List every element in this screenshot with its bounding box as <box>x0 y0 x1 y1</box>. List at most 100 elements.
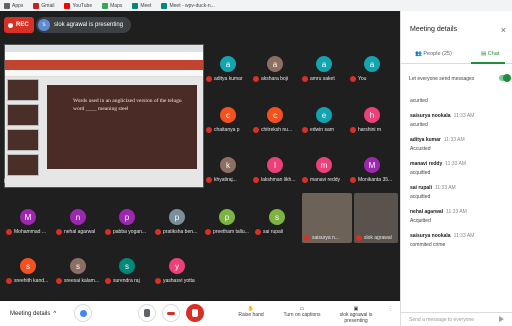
toolbar <box>5 70 203 77</box>
mic-off-icon <box>205 229 211 235</box>
mic-button[interactable] <box>138 304 156 322</box>
avatar: p <box>169 209 185 225</box>
participant-tile[interactable]: p pabba yogan... <box>105 209 149 235</box>
youtube-icon <box>64 2 71 9</box>
participant-tile[interactable]: h harshini m <box>350 107 394 133</box>
chat-message: aditya kumar 11:33 AM Accusted <box>410 137 465 152</box>
mic-off-icon <box>253 177 259 183</box>
mic-off-icon <box>155 278 161 284</box>
chat-message: saisurya nookala 11:33 AM acurited <box>410 113 475 128</box>
video-tile-saisurya[interactable]: saisurya n... <box>302 193 352 243</box>
bookmarks-bar: Apps Gmail YouTube Maps Meet Meet - wpv-… <box>0 0 512 11</box>
send-icon[interactable] <box>499 316 505 322</box>
slide-editor: Words used in an anglicized version of t… <box>5 77 203 187</box>
avatar: m <box>316 157 332 173</box>
mic-off-icon <box>350 177 356 183</box>
presenter-banner: s slok agrawal is presenting <box>36 17 132 33</box>
participant-tile[interactable]: p preetham tallu... <box>205 209 249 235</box>
avatar: M <box>20 209 36 225</box>
raise-hand-button[interactable]: ✋ Raise hand <box>236 306 266 318</box>
current-slide: Words used in an anglicized version of t… <box>47 85 197 169</box>
avatar: e <box>316 107 332 123</box>
captions-button[interactable]: ▭ Turn on captions <box>280 306 324 318</box>
slide-text: Words used in an anglicized version of t… <box>73 98 182 112</box>
participant-tile[interactable]: a You <box>350 56 394 82</box>
bookmark-meet-2[interactable]: Meet - wpv-duck-n... <box>161 2 215 9</box>
tab-people[interactable]: 👥 People (25) <box>415 51 452 57</box>
participant-tile[interactable]: M Monikanta 35... <box>350 157 394 183</box>
mic-off-icon <box>206 127 212 133</box>
avatar: s <box>20 258 36 274</box>
close-icon[interactable]: × <box>501 25 506 35</box>
active-tab-indicator <box>471 62 505 64</box>
participant-tile[interactable]: m manavi reddy <box>302 157 346 183</box>
gmail-icon <box>33 2 40 9</box>
more-vert-icon: ⋮ <box>387 306 393 312</box>
participant-tile[interactable]: a aditya kumar <box>206 56 250 82</box>
avatar: s <box>38 19 50 31</box>
chat-permission-label: Let everyone send messages <box>409 76 475 82</box>
presenting-button[interactable]: ▣ slok agrawal is presenting <box>338 306 374 324</box>
bookmark-gmail[interactable]: Gmail <box>33 2 54 9</box>
avatar: n <box>70 209 86 225</box>
slide-thumbnail <box>7 104 39 126</box>
participant-tile[interactable]: s sreehith kand... <box>6 258 50 284</box>
avatar: a <box>220 56 236 72</box>
mic-off-icon <box>56 278 62 284</box>
mic-off-icon <box>56 229 62 235</box>
participant-tile[interactable]: c chaitanya p <box>206 107 250 133</box>
leave-call-button[interactable] <box>162 304 180 322</box>
document-title-bar <box>5 52 203 60</box>
shared-screen[interactable]: Words used in an anglicized version of t… <box>4 44 204 188</box>
participant-tile[interactable]: s sreesai kalam... <box>56 258 100 284</box>
avatar: a <box>364 56 380 72</box>
mic-off-icon <box>206 177 212 183</box>
bookmark-apps[interactable]: Apps <box>4 2 23 9</box>
avatar: s <box>119 258 135 274</box>
mic-off-icon <box>155 229 161 235</box>
assistant-button[interactable] <box>74 304 92 322</box>
participant-tile[interactable]: l lakshman likh... <box>253 157 297 183</box>
participant-tile[interactable]: a akshara boji <box>253 56 297 82</box>
participant-tile[interactable]: n nehal agarwal <box>56 209 100 235</box>
mic-icon <box>144 309 150 317</box>
apps-icon <box>4 2 10 9</box>
bookmark-maps[interactable]: Maps <box>102 2 122 9</box>
camera-button[interactable] <box>186 304 204 322</box>
chat-messages: acurited saisurya nookala 11:33 AM acurite… <box>410 95 508 257</box>
browser-tabs <box>5 45 203 52</box>
bookmark-youtube[interactable]: YouTube <box>64 2 92 9</box>
avatar: p <box>219 209 235 225</box>
screen-caption: Presentation (sok agrawal) <box>4 179 76 185</box>
mic-off-icon <box>105 278 111 284</box>
meeting-details-button[interactable]: Meeting details ^ <box>10 311 56 317</box>
mic-off-icon <box>6 278 12 284</box>
participant-tile[interactable]: a amru saket <box>302 56 346 82</box>
bookmark-meet[interactable]: Meet <box>132 2 151 9</box>
camera-off-icon <box>192 309 198 317</box>
badge-icon <box>79 309 87 317</box>
chat-permission-toggle[interactable] <box>499 74 511 82</box>
tab-chat[interactable]: ▤ Chat <box>481 51 499 57</box>
slide-thumbnails <box>7 79 43 183</box>
participant-tile[interactable]: k khyatiraj... <box>206 157 250 183</box>
chat-input[interactable]: Send a message to everyone <box>401 312 512 326</box>
mic-off-icon <box>356 235 362 241</box>
more-options-button[interactable]: ⋮ <box>386 306 394 312</box>
participant-tile[interactable]: p pratiksha ben... <box>155 209 199 235</box>
chat-message: sai rupali 11:33 AM acquitted <box>410 185 456 200</box>
participant-tile[interactable]: s surendra raj <box>105 258 149 284</box>
participant-tile[interactable]: y yashasvi yotta <box>155 258 199 284</box>
mic-off-icon <box>350 127 356 133</box>
video-tile-slok[interactable]: slok agrawal <box>354 193 398 243</box>
chat-message: nehal agarwal 11:33 AM Acquitted <box>410 209 467 224</box>
participant-tile[interactable]: e edwin sam <box>302 107 346 133</box>
mic-off-icon <box>253 76 259 82</box>
participant-tile[interactable]: M Mohammad ... <box>6 209 50 235</box>
participant-tile[interactable]: s sai rupali <box>255 209 299 235</box>
avatar: l <box>267 157 283 173</box>
participant-tile[interactable]: c chitreksh nu... <box>253 107 297 133</box>
mic-off-icon <box>206 76 212 82</box>
maps-icon <box>102 2 109 9</box>
slide-thumbnail <box>7 129 39 151</box>
